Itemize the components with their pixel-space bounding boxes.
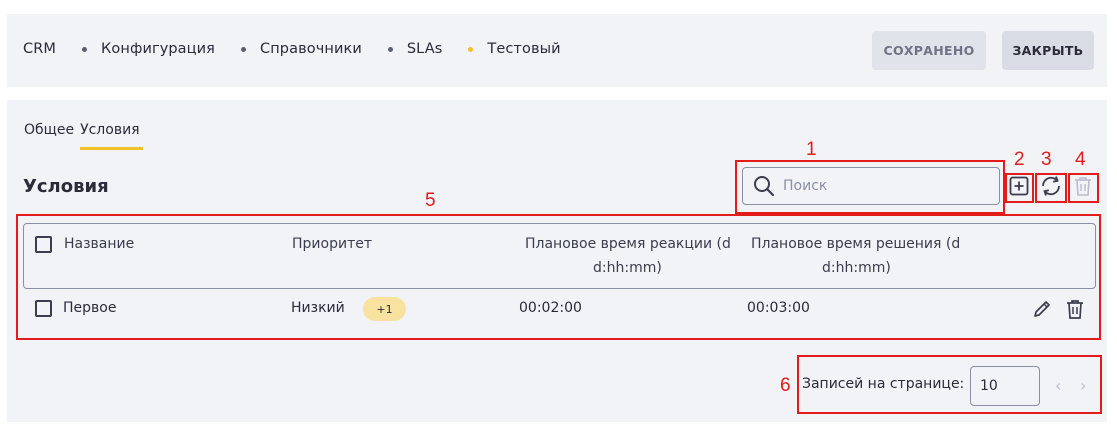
breadcrumb-separator-active: [468, 46, 474, 52]
annotation-box-add: [1005, 173, 1034, 203]
breadcrumb: CRM Конфигурация Справочники SLAs Тестов…: [23, 41, 561, 57]
annotation-number-4: 4: [1075, 149, 1086, 170]
annotation-box-table: [16, 214, 1101, 340]
breadcrumb-configuration[interactable]: Конфигурация: [101, 41, 215, 57]
close-button[interactable]: ЗАКРЫТЬ: [1002, 31, 1094, 70]
breadcrumb-references[interactable]: Справочники: [260, 41, 362, 57]
annotation-box-delete: [1068, 173, 1099, 203]
active-tab-indicator: [80, 147, 143, 150]
section-title: Условия: [23, 176, 109, 197]
breadcrumb-current: Тестовый: [487, 41, 561, 57]
annotation-number-3: 3: [1041, 149, 1052, 170]
saved-button[interactable]: СОХРАНЕНО: [872, 31, 986, 70]
annotation-number-6: 6: [780, 375, 791, 396]
tab-general[interactable]: Общее: [24, 122, 74, 138]
annotation-number-1: 1: [806, 139, 817, 160]
tab-conditions[interactable]: Условия: [80, 122, 140, 138]
breadcrumb-separator: [241, 46, 246, 52]
annotation-box-refresh: [1035, 173, 1067, 203]
breadcrumb-separator: [82, 46, 88, 52]
annotation-number-2: 2: [1014, 149, 1025, 170]
top-bar: CRM Конфигурация Справочники SLAs Тестов…: [7, 14, 1107, 87]
annotation-number-5: 5: [425, 190, 436, 211]
breadcrumb-separator: [387, 46, 393, 52]
annotation-box-search: [735, 160, 1005, 214]
tab-bar: Общее Условия: [24, 122, 146, 138]
annotation-box-pagination: [797, 355, 1102, 414]
breadcrumb-slas[interactable]: SLAs: [407, 41, 443, 57]
breadcrumb-crm[interactable]: CRM: [23, 41, 56, 57]
